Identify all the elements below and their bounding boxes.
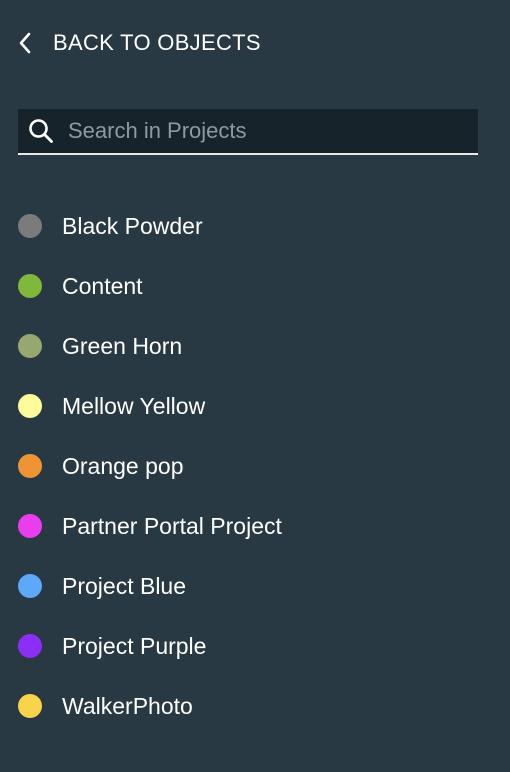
search-input[interactable] [68,109,478,153]
project-label: Project Blue [62,572,187,599]
project-label: WalkerPhoto [62,692,193,719]
color-dot-icon [18,514,42,538]
project-item-content[interactable]: Content [18,256,478,316]
project-item-mellow-yellow[interactable]: Mellow Yellow [18,376,478,436]
project-item-walkerphoto[interactable]: WalkerPhoto [18,676,478,736]
color-dot-icon [18,214,42,238]
color-dot-icon [18,394,42,418]
project-list: Black Powder Content Green Horn Mellow Y… [18,196,478,736]
chevron-left-icon [14,26,36,60]
project-label: Green Horn [62,332,183,359]
search-icon [28,118,54,144]
project-label: Project Purple [62,632,207,659]
project-label: Orange pop [62,452,184,479]
project-item-partner-portal-project[interactable]: Partner Portal Project [18,496,478,556]
back-to-objects-link[interactable]: BACK TO OBJECTS [14,26,261,60]
color-dot-icon [18,574,42,598]
color-dot-icon [18,694,42,718]
project-label: Mellow Yellow [62,392,206,419]
project-item-project-purple[interactable]: Project Purple [18,616,478,676]
project-item-orange-pop[interactable]: Orange pop [18,436,478,496]
color-dot-icon [18,454,42,478]
back-to-objects-label: BACK TO OBJECTS [53,30,261,55]
project-item-green-horn[interactable]: Green Horn [18,316,478,376]
project-label: Content [62,272,143,299]
project-label: Black Powder [62,212,203,239]
project-item-black-powder[interactable]: Black Powder [18,196,478,256]
project-item-project-blue[interactable]: Project Blue [18,556,478,616]
project-label: Partner Portal Project [62,512,282,539]
search-box [18,109,478,155]
color-dot-icon [18,334,42,358]
color-dot-icon [18,274,42,298]
color-dot-icon [18,634,42,658]
